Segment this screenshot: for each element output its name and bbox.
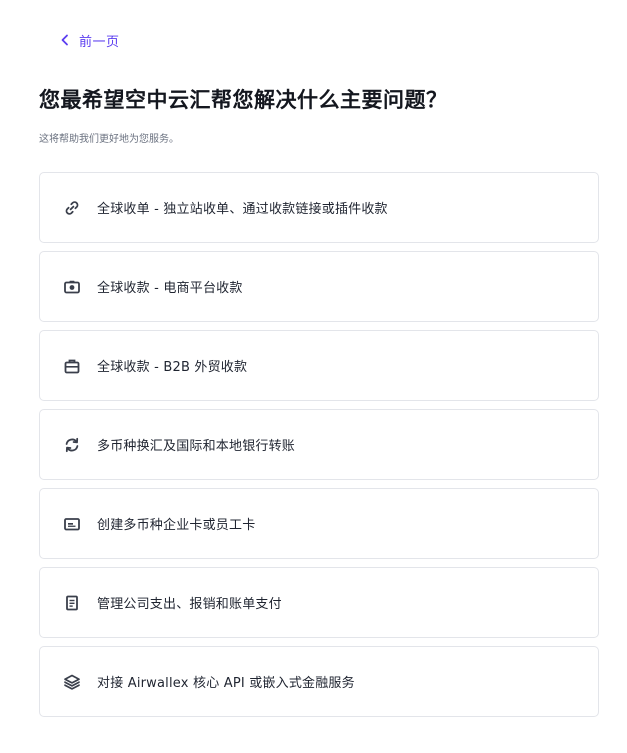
- option-spend-management[interactable]: 管理公司支出、报销和账单支付: [39, 567, 599, 638]
- page-title: 您最希望空中云汇帮您解决什么主要问题？: [39, 88, 448, 112]
- option-global-acquiring[interactable]: 全球收单 - 独立站收单、通过收款链接或插件收款: [39, 172, 599, 243]
- option-b2b-collection[interactable]: 全球收款 - B2B 外贸收款: [39, 330, 599, 401]
- page: 前一页 您最希望空中云汇帮您解决什么主要问题？ 这将帮助我们更好地为您服务。 全…: [0, 0, 627, 753]
- option-label: 管理公司支出、报销和账单支付: [97, 597, 282, 612]
- option-label: 全球收款 - 电商平台收款: [97, 281, 243, 296]
- option-label: 多币种换汇及国际和本地银行转账: [97, 439, 296, 454]
- option-label: 全球收款 - B2B 外贸收款: [97, 360, 248, 375]
- chevron-left-icon: [58, 33, 72, 47]
- option-fx-transfer[interactable]: 多币种换汇及国际和本地银行转账: [39, 409, 599, 480]
- page-subtitle: 这将帮助我们更好地为您服务。: [39, 134, 179, 145]
- option-list: 全球收单 - 独立站收单、通过收款链接或插件收款 全球收款 - 电商平台收款 全…: [39, 172, 599, 725]
- option-ecommerce-collection[interactable]: 全球收款 - 电商平台收款: [39, 251, 599, 322]
- link-icon: [62, 198, 82, 218]
- briefcase-icon: [62, 356, 82, 376]
- option-label: 对接 Airwallex 核心 API 或嵌入式金融服务: [97, 676, 355, 691]
- back-link[interactable]: 前一页: [58, 30, 120, 50]
- option-label: 全球收单 - 独立站收单、通过收款链接或插件收款: [97, 202, 388, 217]
- option-corporate-cards[interactable]: 创建多币种企业卡或员工卡: [39, 488, 599, 559]
- option-api-embedded-finance[interactable]: 对接 Airwallex 核心 API 或嵌入式金融服务: [39, 646, 599, 717]
- exchange-icon: [62, 435, 82, 455]
- document-icon: [62, 593, 82, 613]
- layers-icon: [62, 672, 82, 692]
- card-icon: [62, 514, 82, 534]
- back-link-label: 前一页: [79, 34, 120, 50]
- option-label: 创建多币种企业卡或员工卡: [97, 518, 256, 533]
- camera-icon: [62, 277, 82, 297]
